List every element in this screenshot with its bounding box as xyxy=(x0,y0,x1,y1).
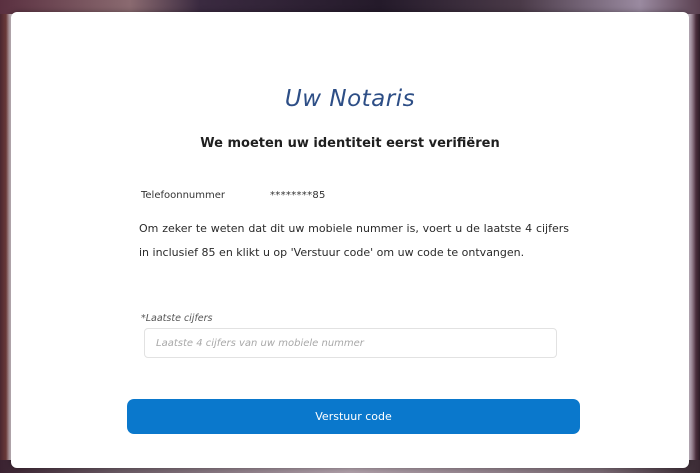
last-digits-label: *Laatste cijfers xyxy=(141,313,213,324)
last-digits-input[interactable] xyxy=(144,328,557,358)
phone-number-masked-value: ********85 xyxy=(270,190,326,201)
brand-logo-text: Uw Notaris xyxy=(284,86,416,112)
send-code-button[interactable]: Verstuur code xyxy=(127,399,580,434)
page-title: We moeten uw identiteit eerst verifiëren xyxy=(200,136,500,151)
verification-card: Uw Notaris We moeten uw identiteit eerst… xyxy=(11,12,689,468)
instructions-text: Om zeker te weten dat dit uw mobiele num… xyxy=(139,222,569,259)
phone-number-label: Telefoonnummer xyxy=(141,190,226,201)
